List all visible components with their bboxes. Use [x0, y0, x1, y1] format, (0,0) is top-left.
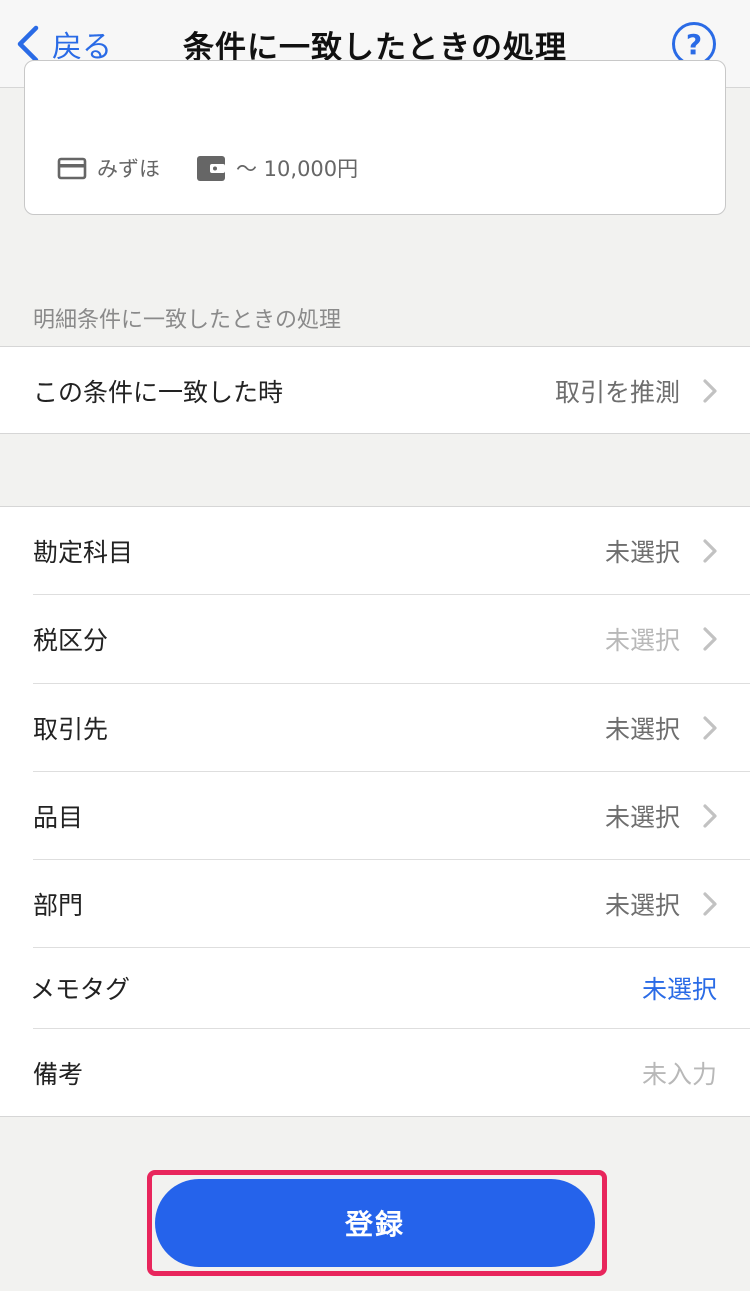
row-value: 取引を推測	[554, 377, 680, 407]
wallet-icon	[196, 153, 226, 183]
row-label: 品目	[33, 803, 84, 832]
match-group: この条件に一致した時 取引を推測	[0, 346, 750, 434]
row-value: 未選択	[604, 891, 680, 920]
field-row-item[interactable]: 品目 未選択	[0, 772, 750, 860]
row-value: 未選択	[604, 626, 680, 655]
row-value: 未選択	[604, 803, 680, 832]
register-button[interactable]: 登録	[155, 1179, 595, 1267]
match-condition-row[interactable]: この条件に一致した時 取引を推測	[0, 347, 750, 434]
chevron-right-icon	[703, 716, 717, 740]
fields-group: 勘定科目 未選択 税区分 未選択 取引先 未選択 品目 未選択 部門 未選択 メ…	[0, 506, 750, 1117]
card-icon	[57, 153, 87, 183]
row-label: 勘定科目	[33, 538, 134, 567]
chevron-right-icon	[703, 892, 717, 916]
card-meta: みずほ 〜 10,000円	[57, 153, 358, 183]
chevron-right-icon	[703, 627, 717, 651]
row-label: 部門	[33, 891, 84, 920]
row-value: 未選択	[604, 715, 680, 744]
row-value: 未選択	[641, 975, 717, 1004]
field-row-partner[interactable]: 取引先 未選択	[0, 684, 750, 772]
field-row-tax[interactable]: 税区分 未選択	[0, 595, 750, 683]
amount-range: 〜 10,000円	[236, 157, 359, 181]
field-row-section[interactable]: 部門 未選択	[0, 860, 750, 948]
condition-card[interactable]: みずほ 〜 10,000円	[24, 60, 726, 215]
chevron-right-icon	[703, 539, 717, 563]
chevron-right-icon	[703, 378, 717, 403]
field-row-memo-tag[interactable]: メモタグ 未選択	[0, 948, 750, 1028]
row-label: この条件に一致した時	[33, 377, 284, 407]
bank-name: みずほ	[97, 157, 160, 181]
chevron-right-icon	[703, 804, 717, 828]
row-label: 税区分	[33, 626, 109, 655]
row-value: 未入力	[641, 1060, 717, 1089]
row-label: 備考	[33, 1060, 84, 1089]
row-label: メモタグ	[30, 975, 131, 1004]
row-label: 取引先	[33, 715, 109, 744]
section-header: 明細条件に一致したときの処理	[33, 308, 342, 333]
field-row-account[interactable]: 勘定科目 未選択	[0, 507, 750, 595]
row-value: 未選択	[604, 538, 680, 567]
field-row-notes[interactable]: 備考 未入力	[0, 1029, 750, 1117]
